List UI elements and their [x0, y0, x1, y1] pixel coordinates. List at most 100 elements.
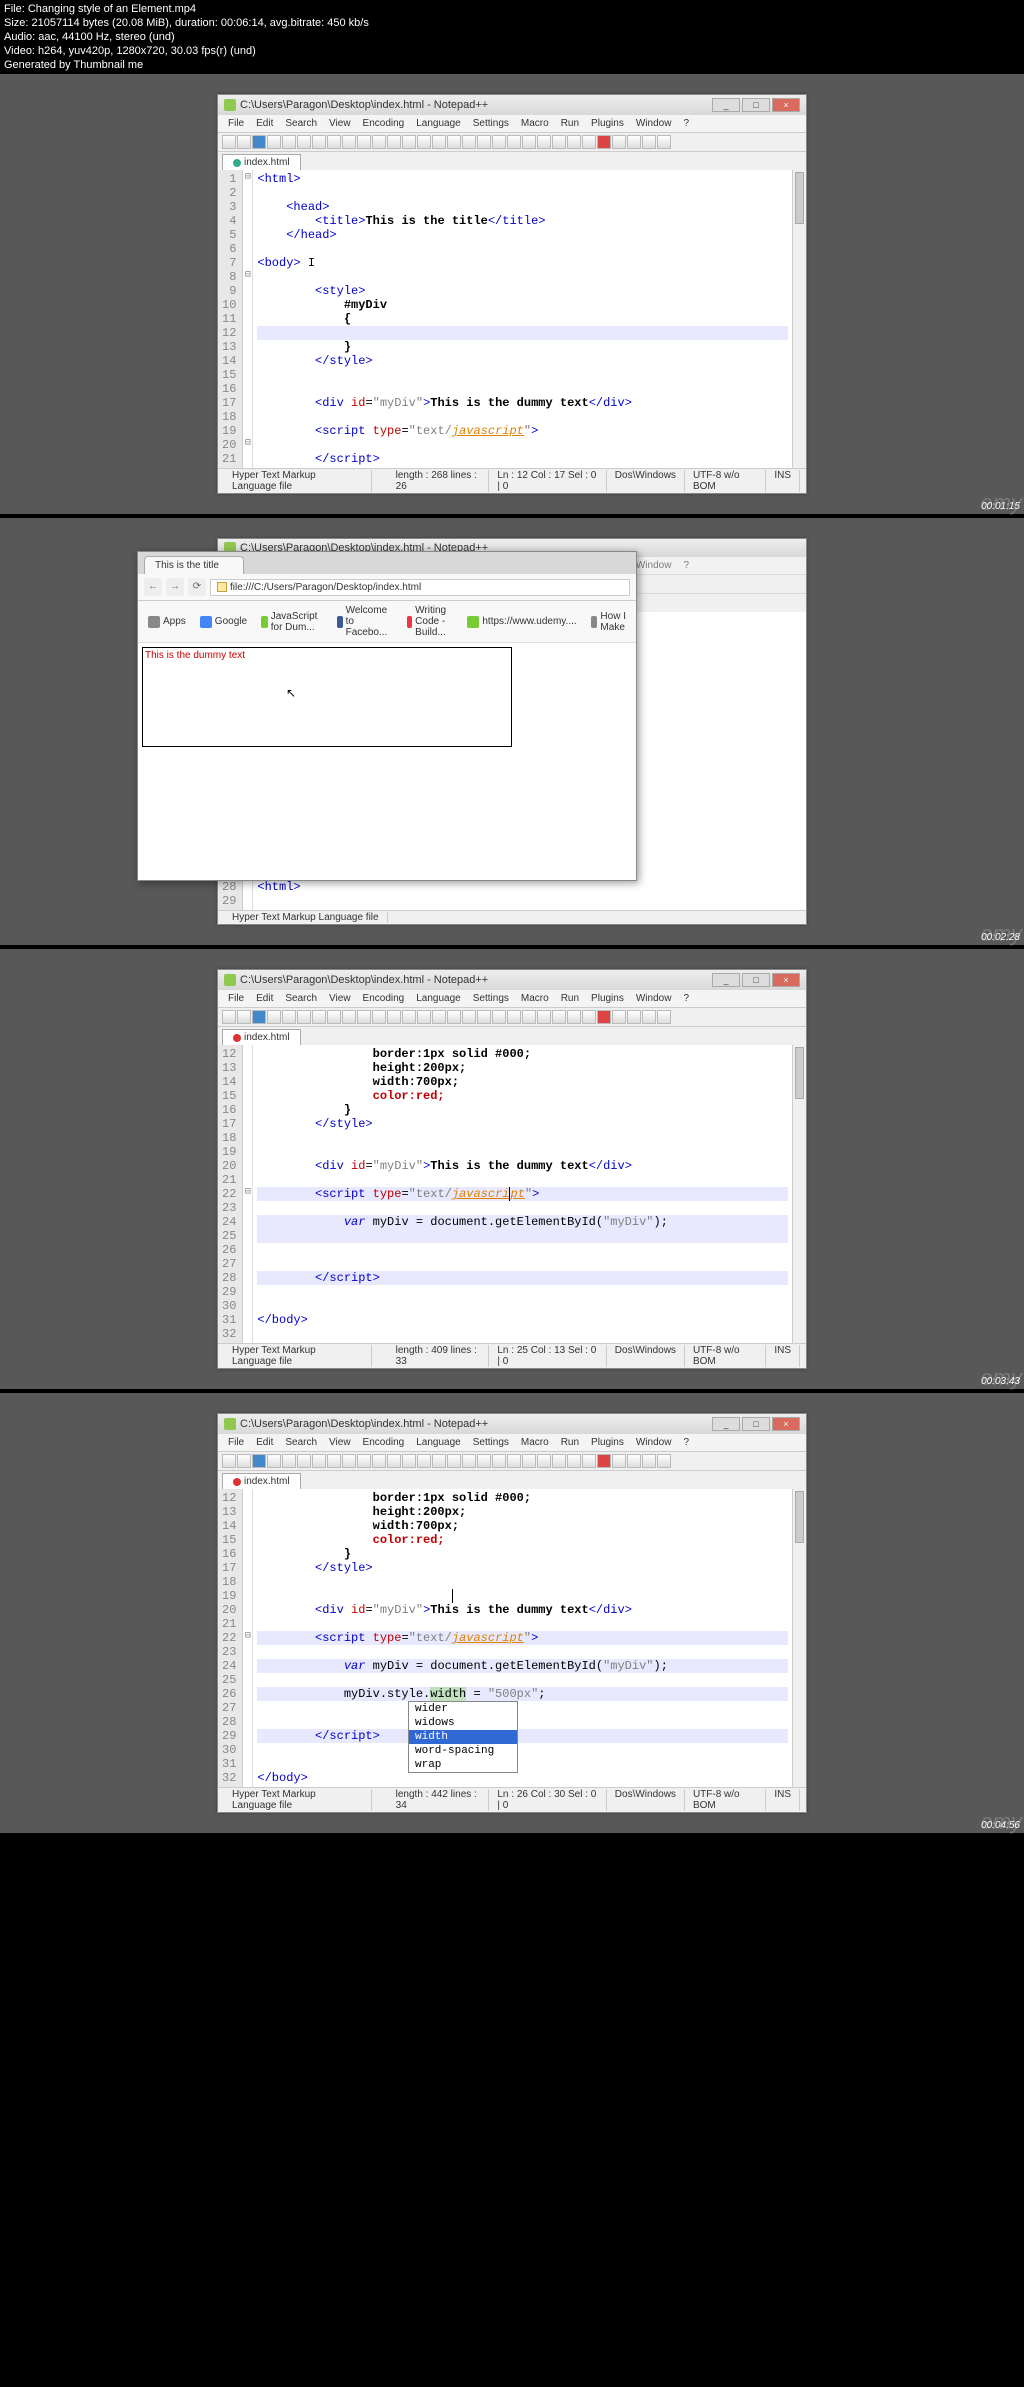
- menu-view[interactable]: View: [323, 116, 357, 131]
- toolbar-btn[interactable]: [372, 135, 386, 149]
- toolbar-btn[interactable]: [432, 1454, 446, 1468]
- close-button[interactable]: ×: [772, 98, 800, 112]
- vertical-scrollbar[interactable]: [792, 1489, 806, 1787]
- toolbar-btn[interactable]: [462, 135, 476, 149]
- browser-viewport[interactable]: This is the dummy text: [138, 643, 636, 751]
- toolbar-btn[interactable]: [612, 1010, 626, 1024]
- toolbar-btn[interactable]: [657, 1454, 671, 1468]
- menu-file[interactable]: File: [222, 116, 250, 131]
- menubar[interactable]: FileEditSearchViewEncodingLanguageSettin…: [218, 115, 806, 133]
- toolbar-btn[interactable]: [507, 1010, 521, 1024]
- toolbar-btn[interactable]: [267, 1010, 281, 1024]
- toolbar-btn[interactable]: [657, 135, 671, 149]
- titlebar[interactable]: C:\Users\Paragon\Desktop\index.html - No…: [218, 970, 806, 990]
- toolbar-btn[interactable]: [552, 1010, 566, 1024]
- toolbar-btn[interactable]: [297, 1010, 311, 1024]
- toolbar-btn[interactable]: [267, 1454, 281, 1468]
- toolbar-btn[interactable]: [342, 1454, 356, 1468]
- toolbar-btn[interactable]: [282, 135, 296, 149]
- menu-settings[interactable]: Settings: [467, 1435, 515, 1450]
- tab-bar[interactable]: index.html: [218, 1027, 806, 1045]
- fold-column[interactable]: ⊟: [243, 1045, 253, 1343]
- toolbar[interactable]: [218, 133, 806, 152]
- minimize-button[interactable]: _: [712, 98, 740, 112]
- toolbar-btn[interactable]: [582, 1010, 596, 1024]
- bookmark-apps[interactable]: Apps: [144, 603, 190, 640]
- toolbar-btn[interactable]: [342, 135, 356, 149]
- fold-column[interactable]: ⊟: [243, 1489, 253, 1787]
- toolbar-btn[interactable]: [372, 1010, 386, 1024]
- toolbar-btn[interactable]: [237, 135, 251, 149]
- menu-macro[interactable]: Macro: [515, 1435, 555, 1450]
- toolbar-btn[interactable]: [507, 1454, 521, 1468]
- bookmark-jsdom[interactable]: JavaScript for Dum...: [257, 603, 327, 640]
- menu-file[interactable]: File: [222, 1435, 250, 1450]
- toolbar-btn[interactable]: [627, 1454, 641, 1468]
- toolbar-btn[interactable]: [387, 135, 401, 149]
- toolbar-btn[interactable]: [462, 1010, 476, 1024]
- maximize-button[interactable]: □: [742, 98, 770, 112]
- menu-encoding[interactable]: Encoding: [357, 116, 411, 131]
- address-input[interactable]: file:///C:/Users/Paragon/Desktop/index.h…: [210, 579, 630, 596]
- toolbar-btn[interactable]: [297, 1454, 311, 1468]
- toolbar-btn[interactable]: [432, 1010, 446, 1024]
- menu-file[interactable]: File: [222, 991, 250, 1006]
- toolbar-btn[interactable]: [627, 135, 641, 149]
- autocomplete-item[interactable]: word-spacing: [409, 1744, 517, 1758]
- toolbar-btn[interactable]: [642, 135, 656, 149]
- menu-run[interactable]: Run: [555, 1435, 585, 1450]
- menu-encoding[interactable]: Encoding: [357, 991, 411, 1006]
- menu-edit[interactable]: Edit: [250, 1435, 279, 1450]
- menu-window[interactable]: Window: [630, 116, 678, 131]
- close-button[interactable]: ×: [772, 1417, 800, 1431]
- toolbar-btn[interactable]: [387, 1010, 401, 1024]
- toolbar-btn[interactable]: [417, 1454, 431, 1468]
- toolbar-btn[interactable]: [402, 135, 416, 149]
- autocomplete-item[interactable]: wrap: [409, 1758, 517, 1772]
- toolbar-btn[interactable]: [657, 1010, 671, 1024]
- menu-window[interactable]: Window: [630, 991, 678, 1006]
- toolbar-btn[interactable]: [327, 135, 341, 149]
- close-button[interactable]: ×: [772, 973, 800, 987]
- menu-settings[interactable]: Settings: [467, 991, 515, 1006]
- toolbar-btn[interactable]: [582, 135, 596, 149]
- toolbar-btn[interactable]: [522, 135, 536, 149]
- autocomplete-item[interactable]: wider: [409, 1702, 517, 1716]
- record-icon[interactable]: [597, 1454, 611, 1468]
- maximize-button[interactable]: □: [742, 1417, 770, 1431]
- tab-index[interactable]: index.html: [222, 154, 301, 170]
- toolbar-btn[interactable]: [267, 135, 281, 149]
- menu-encoding[interactable]: Encoding: [357, 1435, 411, 1450]
- menu-help[interactable]: ?: [677, 116, 695, 131]
- toolbar-btn[interactable]: [522, 1010, 536, 1024]
- toolbar-btn[interactable]: [627, 1010, 641, 1024]
- menu-language[interactable]: Language: [410, 991, 467, 1006]
- toolbar-btn[interactable]: [567, 1010, 581, 1024]
- toolbar-btn[interactable]: [312, 1010, 326, 1024]
- code-area[interactable]: <html> <head> <title>This is the title</…: [253, 170, 792, 468]
- toolbar[interactable]: [218, 1008, 806, 1027]
- toolbar-btn[interactable]: [567, 135, 581, 149]
- toolbar-btn[interactable]: [537, 1454, 551, 1468]
- toolbar-btn[interactable]: [402, 1454, 416, 1468]
- back-button[interactable]: ←: [144, 578, 162, 596]
- toolbar-btn[interactable]: [357, 135, 371, 149]
- toolbar[interactable]: [218, 1452, 806, 1471]
- toolbar-btn[interactable]: [477, 1454, 491, 1468]
- toolbar-btn[interactable]: [282, 1010, 296, 1024]
- tab-bar[interactable]: index.html: [218, 1471, 806, 1489]
- vertical-scrollbar[interactable]: [792, 170, 806, 468]
- maximize-button[interactable]: □: [742, 973, 770, 987]
- toolbar-btn[interactable]: [642, 1454, 656, 1468]
- browser-window[interactable]: This is the title ← → ⟳ file:///C:/Users…: [137, 551, 637, 881]
- toolbar-btn[interactable]: [357, 1010, 371, 1024]
- toolbar-btn[interactable]: [222, 135, 236, 149]
- toolbar-btn[interactable]: [312, 135, 326, 149]
- titlebar[interactable]: C:\Users\Paragon\Desktop\index.html - No…: [218, 1414, 806, 1434]
- menubar[interactable]: FileEditSearchViewEncodingLanguageSettin…: [218, 1434, 806, 1452]
- toolbar-btn[interactable]: [402, 1010, 416, 1024]
- toolbar-btn[interactable]: [477, 1010, 491, 1024]
- toolbar-btn[interactable]: [462, 1454, 476, 1468]
- autocomplete-item-selected[interactable]: width: [409, 1730, 517, 1744]
- toolbar-btn[interactable]: [252, 135, 266, 149]
